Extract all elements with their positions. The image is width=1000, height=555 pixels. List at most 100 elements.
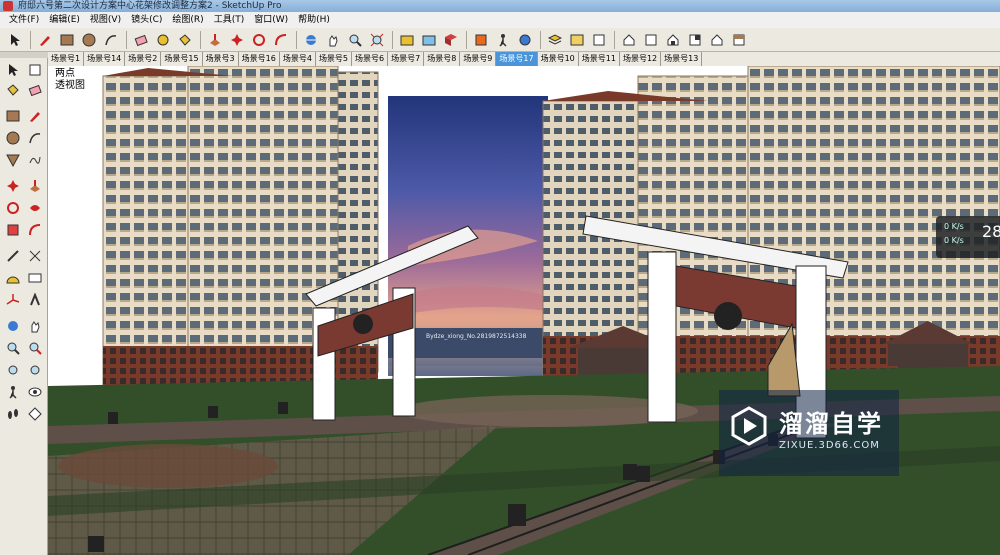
menu-edit[interactable]: 编辑(E) bbox=[44, 12, 85, 28]
protractor-tool-button[interactable] bbox=[3, 268, 23, 288]
move-tool-button[interactable] bbox=[226, 29, 248, 51]
components-button[interactable] bbox=[440, 29, 462, 51]
footprints-icon bbox=[8, 409, 18, 419]
walk-tool-button[interactable] bbox=[3, 404, 23, 424]
axes-tool-button[interactable] bbox=[3, 290, 23, 310]
position-camera-button[interactable] bbox=[3, 382, 23, 402]
look-around-button[interactable] bbox=[514, 29, 536, 51]
scene-tab[interactable]: 场景号7 bbox=[388, 52, 425, 66]
menu-draw[interactable]: 绘图(R) bbox=[167, 12, 208, 28]
styles-button[interactable] bbox=[588, 29, 610, 51]
push-pull-icon bbox=[30, 180, 40, 192]
menu-file[interactable]: 文件(F) bbox=[4, 12, 44, 28]
eraser-tool-button[interactable] bbox=[25, 80, 45, 100]
freehand-tool-button[interactable] bbox=[25, 150, 45, 170]
materials-button[interactable] bbox=[566, 29, 588, 51]
follow-me-button[interactable] bbox=[25, 198, 45, 218]
scene-tab[interactable]: 场景号6 bbox=[352, 52, 389, 66]
3d-viewport[interactable]: Bydze_xiong_No.2819872514338 两点 透视图 0 K/… bbox=[48, 66, 1000, 555]
pencil-tool-button[interactable] bbox=[34, 29, 56, 51]
scale-tool-button[interactable] bbox=[3, 220, 23, 240]
scene-tab[interactable]: 场景号15 bbox=[161, 52, 203, 66]
layer-button[interactable] bbox=[544, 29, 566, 51]
3d-text-button[interactable] bbox=[25, 290, 45, 310]
eraser-tool-button[interactable] bbox=[130, 29, 152, 51]
arc-tool-button[interactable] bbox=[100, 29, 122, 51]
circle-tool-button[interactable] bbox=[3, 128, 23, 148]
menu-tools[interactable]: 工具(T) bbox=[209, 12, 250, 28]
warehouse-icon bbox=[400, 35, 414, 45]
iso-view-button[interactable] bbox=[618, 29, 640, 51]
polygon-tool-button[interactable] bbox=[3, 150, 23, 170]
previous-view-button[interactable] bbox=[3, 360, 23, 380]
scene-tab[interactable]: 场景号2 bbox=[125, 52, 162, 66]
scene-tab[interactable]: 场景号11 bbox=[579, 52, 620, 66]
circle-tool-button[interactable] bbox=[78, 29, 100, 51]
zoom-window-button[interactable] bbox=[25, 338, 45, 358]
menu-help[interactable]: 帮助(H) bbox=[293, 12, 335, 28]
paint-bucket-icon bbox=[7, 84, 19, 96]
push-pull-button[interactable] bbox=[204, 29, 226, 51]
scene-tab[interactable]: 场景号12 bbox=[620, 52, 662, 66]
title-bar: 府邸六号第二次设计方案中心花架修改调整方案2 - SketchUp Pro bbox=[0, 0, 1000, 12]
scene-tab[interactable]: 场景号13 bbox=[661, 52, 703, 66]
rectangle-tool-button[interactable] bbox=[3, 106, 23, 126]
tape-tool-button[interactable] bbox=[3, 246, 23, 266]
arc-tool-button[interactable] bbox=[25, 128, 45, 148]
select-tool-button[interactable] bbox=[3, 60, 23, 80]
rectangle-tool-button[interactable] bbox=[56, 29, 78, 51]
section-plane-button[interactable] bbox=[470, 29, 492, 51]
line-tool-button[interactable] bbox=[25, 106, 45, 126]
front-view-button[interactable] bbox=[662, 29, 684, 51]
scene-tab[interactable]: 场景号4 bbox=[280, 52, 316, 66]
scene-tab[interactable]: 场景号8 bbox=[424, 52, 461, 66]
rotate-icon bbox=[253, 33, 265, 46]
get-models-button[interactable] bbox=[396, 29, 418, 51]
scene-tab[interactable]: 场景号9 bbox=[460, 52, 497, 66]
make-component-button[interactable] bbox=[25, 60, 45, 80]
hud-value: 28 bbox=[982, 222, 1000, 241]
scene-tab-active[interactable]: 场景号17 bbox=[496, 52, 538, 66]
scene-tab[interactable]: 场景号14 bbox=[84, 52, 126, 66]
paint-bucket-button[interactable] bbox=[174, 29, 196, 51]
move-tool-button[interactable] bbox=[3, 176, 23, 196]
menu-camera[interactable]: 镜头(C) bbox=[126, 12, 167, 28]
scene-tab[interactable]: 场景号3 bbox=[203, 52, 239, 66]
pan-tool-button[interactable] bbox=[25, 316, 45, 336]
look-around-button[interactable] bbox=[25, 382, 45, 402]
orbit-tool-button[interactable] bbox=[300, 29, 322, 51]
scale-icon bbox=[7, 224, 19, 236]
zoom-extents-button[interactable] bbox=[366, 29, 388, 51]
zoom-tool-button[interactable] bbox=[344, 29, 366, 51]
scene-tab[interactable]: 场景号1 bbox=[48, 52, 85, 66]
offset-tool-button[interactable] bbox=[25, 220, 45, 240]
circle-icon bbox=[82, 33, 96, 46]
rotate-tool-button[interactable] bbox=[248, 29, 270, 51]
next-view-button[interactable] bbox=[25, 360, 45, 380]
top-view-button[interactable] bbox=[640, 29, 662, 51]
walk-tool-button[interactable] bbox=[492, 29, 514, 51]
scene-tab[interactable]: 场景号10 bbox=[538, 52, 579, 66]
scene-tab[interactable]: 场景号5 bbox=[316, 52, 353, 66]
menu-window[interactable]: 窗口(W) bbox=[249, 12, 293, 28]
right-view-button[interactable] bbox=[684, 29, 706, 51]
select-tool-button[interactable] bbox=[4, 29, 26, 51]
zoom-tool-button[interactable] bbox=[3, 338, 23, 358]
pan-tool-button[interactable] bbox=[322, 29, 344, 51]
paint-bucket-button[interactable] bbox=[3, 80, 23, 100]
tape-tool-button[interactable] bbox=[152, 29, 174, 51]
sketchup-app-icon[interactable] bbox=[3, 1, 13, 11]
text-tool-button[interactable] bbox=[25, 268, 45, 288]
left-view-button[interactable] bbox=[728, 29, 750, 51]
orbit-tool-button[interactable] bbox=[3, 316, 23, 336]
scene-tab[interactable]: 场景号16 bbox=[239, 52, 280, 66]
section-plane-button[interactable] bbox=[25, 404, 45, 424]
back-view-button[interactable] bbox=[706, 29, 728, 51]
rotate-tool-button[interactable] bbox=[3, 198, 23, 218]
menu-view[interactable]: 视图(V) bbox=[85, 12, 126, 28]
dimension-tool-button[interactable] bbox=[25, 246, 45, 266]
circle-icon bbox=[6, 131, 20, 145]
offset-tool-button[interactable] bbox=[270, 29, 292, 51]
share-model-button[interactable] bbox=[418, 29, 440, 51]
push-pull-button[interactable] bbox=[25, 176, 45, 196]
